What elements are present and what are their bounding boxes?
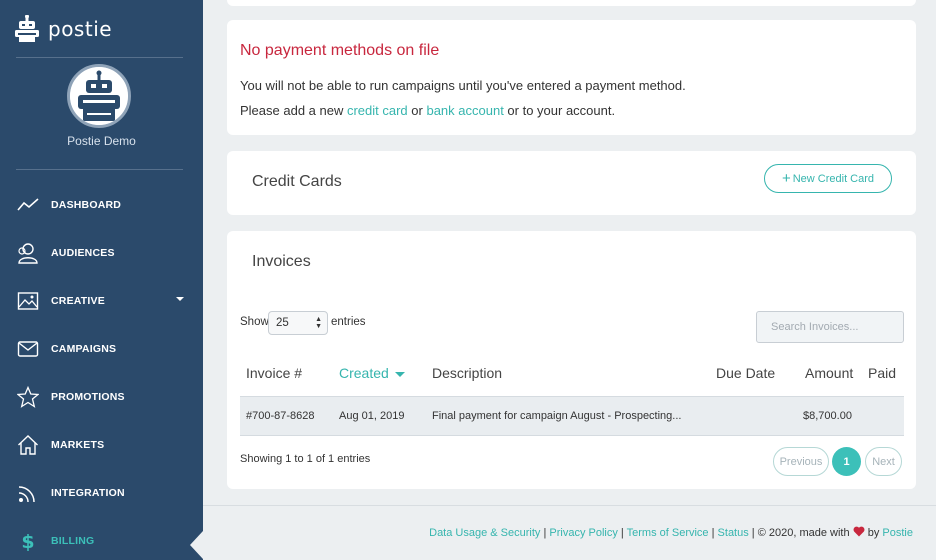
sidebar-item-label: CAMPAIGNS — [51, 343, 117, 355]
chevron-down-icon[interactable] — [176, 297, 184, 301]
sidebar-item-dashboard[interactable]: DASHBOARD — [0, 181, 203, 229]
sidebar-item-integration[interactable]: INTEGRATION — [0, 469, 203, 517]
data-usage-link[interactable]: Data Usage & Security — [429, 527, 540, 539]
invoice-created: Aug 01, 2019 — [339, 410, 405, 422]
column-header-amount[interactable]: Amount — [805, 365, 853, 381]
sidebar-item-label: CREATIVE — [51, 295, 105, 307]
alert-instructions: Please add a new credit card or bank acc… — [240, 103, 615, 118]
payment-alert-card: No payment methods on file You will not … — [227, 20, 916, 135]
privacy-policy-link[interactable]: Privacy Policy — [549, 527, 617, 539]
footer-by: by — [867, 527, 880, 539]
column-header-description[interactable]: Description — [432, 365, 502, 381]
active-indicator — [190, 531, 203, 559]
invoice-amount: $8,700.00 — [803, 410, 852, 422]
brand-name: postie — [48, 17, 113, 41]
footer: Data Usage & Security | Privacy Policy |… — [429, 526, 913, 539]
show-label: Show — [240, 316, 269, 328]
sidebar-nav: DASHBOARD AUDIENCES CREATIVE CAMPAIGNS P… — [0, 181, 203, 560]
alert-title: No payment methods on file — [240, 42, 440, 59]
entries-label: entries — [331, 316, 366, 328]
invoice-number-link[interactable]: #700-87-8628 — [246, 410, 315, 422]
footer-separator: | — [708, 527, 718, 539]
credit-cards-title: Credit Cards — [252, 173, 342, 190]
entries-select[interactable]: 25 ▲ ▼ — [268, 311, 328, 335]
top-card — [227, 0, 916, 6]
column-header-paid[interactable]: Paid — [868, 365, 896, 381]
footer-copyright: © 2020, made with — [757, 527, 850, 539]
status-link[interactable]: Status — [718, 527, 749, 539]
postie-logo-icon — [15, 15, 39, 42]
sidebar-item-label: DASHBOARD — [51, 199, 122, 211]
alert-text: or — [407, 103, 427, 118]
invoice-search-input[interactable]: Search Invoices... — [756, 311, 904, 343]
new-credit-card-label: New Credit Card — [792, 172, 875, 185]
avatar[interactable] — [67, 64, 131, 128]
sidebar-divider — [16, 169, 183, 170]
sidebar-item-label: INTEGRATION — [51, 487, 125, 499]
integration-icon — [18, 486, 35, 503]
previous-page-button[interactable]: Previous — [773, 447, 829, 476]
current-page-button[interactable]: 1 — [832, 447, 861, 476]
sort-desc-icon — [394, 371, 405, 377]
credit-card-link[interactable]: credit card — [347, 103, 408, 118]
table-info: Showing 1 to 1 of 1 entries — [240, 453, 371, 465]
markets-icon — [18, 435, 38, 455]
next-page-button[interactable]: Next — [865, 447, 902, 476]
audiences-icon — [18, 243, 38, 264]
sidebar: postie Postie Demo DASHBOARD AUDIENCES C… — [0, 0, 203, 560]
credit-cards-card: Credit Cards + New Credit Card — [227, 151, 916, 215]
billing-icon: $ — [21, 531, 34, 552]
creative-icon — [17, 292, 39, 310]
footer-separator: | — [748, 527, 758, 539]
sidebar-divider — [16, 57, 183, 58]
sidebar-item-promotions[interactable]: PROMOTIONS — [0, 373, 203, 421]
invoices-title: Invoices — [252, 253, 311, 270]
sidebar-item-creative[interactable]: CREATIVE — [0, 277, 203, 325]
campaigns-icon — [17, 341, 39, 357]
alert-text: or to your account. — [503, 103, 616, 118]
column-header-label: Created — [339, 365, 389, 381]
plus-icon: + — [781, 170, 791, 187]
bank-account-link[interactable]: bank account — [426, 103, 503, 118]
alert-text: Please add a new — [240, 103, 347, 118]
terms-of-service-link[interactable]: Terms of Service — [627, 527, 709, 539]
new-credit-card-button[interactable]: + New Credit Card — [764, 164, 892, 193]
sidebar-item-label: MARKETS — [51, 439, 105, 451]
sidebar-item-audiences[interactable]: AUDIENCES — [0, 229, 203, 277]
sidebar-item-markets[interactable]: MARKETS — [0, 421, 203, 469]
invoice-description: Final payment for campaign August - Pros… — [432, 410, 682, 422]
sidebar-item-billing[interactable]: $ BILLING — [0, 517, 203, 560]
sidebar-item-label: BILLING — [51, 535, 95, 547]
footer-separator: | — [617, 527, 627, 539]
table-row[interactable]: #700-87-8628 Aug 01, 2019 Final payment … — [240, 396, 904, 436]
sidebar-item-label: AUDIENCES — [51, 247, 115, 259]
svg-text:$: $ — [21, 531, 34, 552]
entries-select-value: 25 — [276, 317, 289, 329]
footer-divider — [203, 505, 936, 506]
sidebar-item-label: PROMOTIONS — [51, 391, 125, 403]
sidebar-item-campaigns[interactable]: CAMPAIGNS — [0, 325, 203, 373]
dashboard-icon — [17, 198, 39, 211]
postie-link[interactable]: Postie — [882, 527, 913, 539]
heart-icon — [853, 526, 865, 537]
column-header-created[interactable]: Created — [339, 365, 405, 381]
brand[interactable]: postie — [14, 14, 112, 44]
select-arrows-icon: ▲ ▼ — [315, 316, 322, 330]
column-header-invoice[interactable]: Invoice # — [246, 365, 302, 381]
invoices-card: Invoices Show 25 ▲ ▼ entries Search Invoi… — [227, 231, 916, 489]
alert-message: You will not be able to run campaigns un… — [240, 78, 686, 93]
profile-name: Postie Demo — [67, 134, 136, 148]
column-header-due-date[interactable]: Due Date — [716, 365, 775, 381]
robot-avatar-icon — [70, 67, 128, 125]
promotions-icon — [17, 386, 39, 408]
